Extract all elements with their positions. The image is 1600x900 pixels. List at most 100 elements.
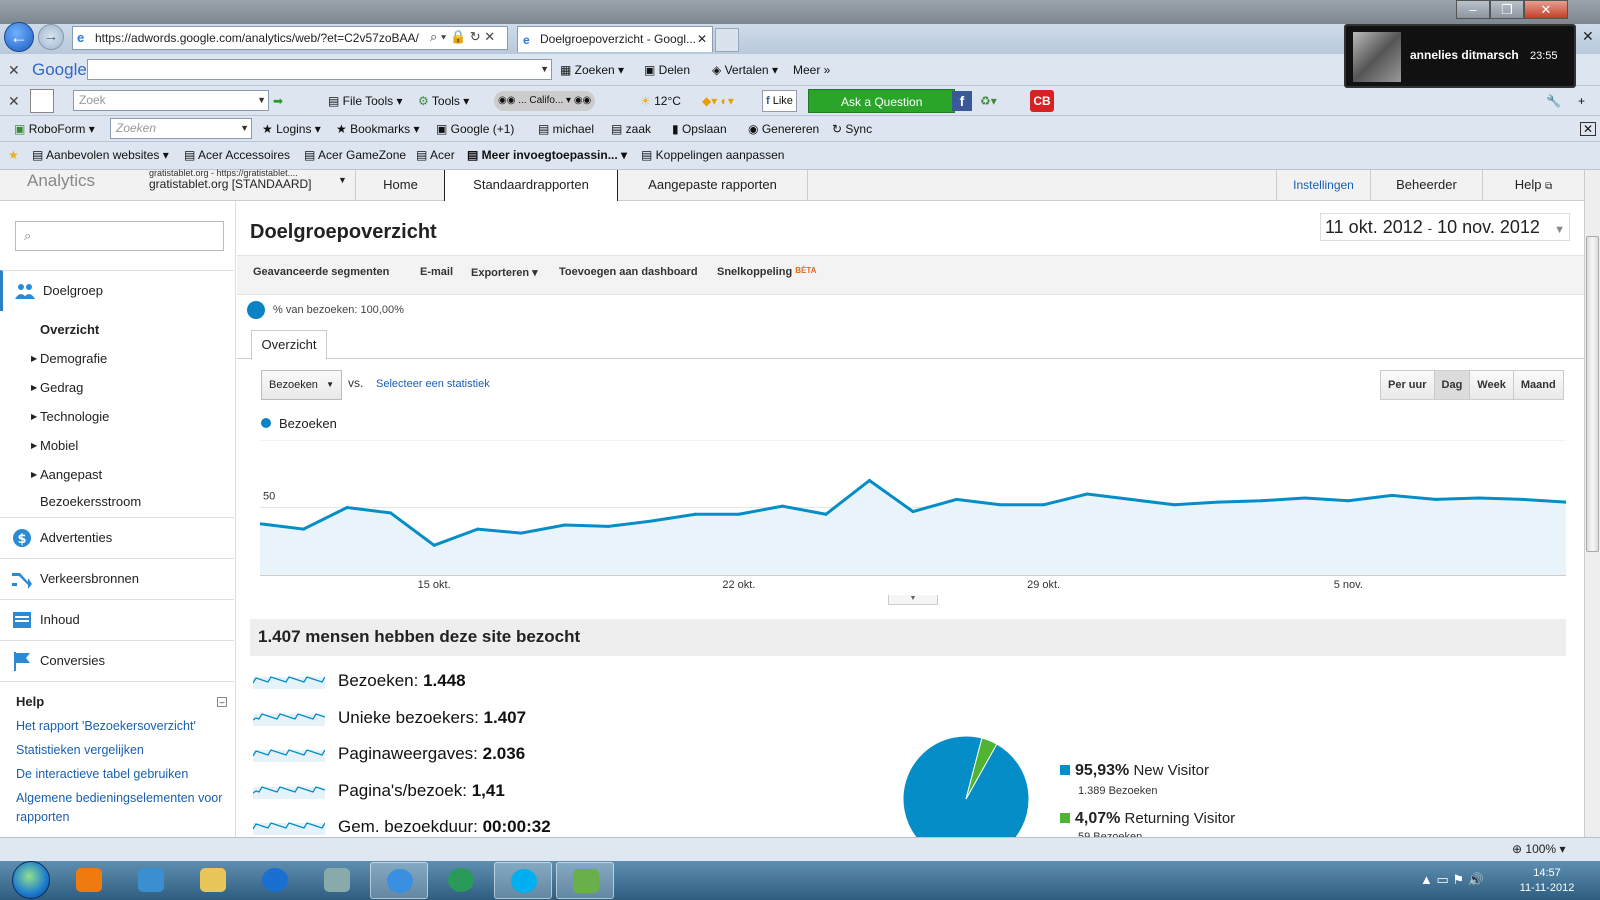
fav-acer[interactable]: ▤ Acer xyxy=(416,142,455,168)
fav-acer-accessoires[interactable]: ▤ Acer Accessoires xyxy=(184,142,290,168)
wrench-icon[interactable]: 🔧 xyxy=(1546,86,1561,116)
minimize-icon[interactable]: – xyxy=(1456,0,1490,19)
granularity-day[interactable]: Dag xyxy=(1434,371,1471,399)
settings-link[interactable]: Instellingen xyxy=(1276,170,1370,201)
chart-resize-handle[interactable]: ▼ xyxy=(888,595,938,605)
zoom-level[interactable]: ⊕ 100% ▾ xyxy=(1512,842,1565,856)
facebook-like-button[interactable]: f Like xyxy=(762,90,797,112)
sidebar-section-verkeersbronnen[interactable]: Verkeersbronnen xyxy=(0,558,234,599)
add-to-dashboard-button[interactable]: Toevoegen aan dashboard xyxy=(559,266,698,278)
sidebar-item-gedrag[interactable]: ▶ Gedrag xyxy=(31,380,83,395)
collapse-icon[interactable]: – xyxy=(217,697,227,707)
email-button[interactable]: E-mail xyxy=(420,266,453,278)
radio-player[interactable]: ◉◉ ... Califo... ▾ ◉◉ xyxy=(494,91,596,111)
fav-meer[interactable]: ▤ Meer invoegtoepassin... ▾ xyxy=(467,142,627,168)
share-button[interactable]: ▣ Delen xyxy=(644,54,690,86)
weather-widget[interactable]: ☀ 12°C xyxy=(640,86,681,116)
taskbar-explorer[interactable] xyxy=(184,862,242,899)
fav-koppelingen[interactable]: ▤ Koppelingen aanpassen xyxy=(641,142,784,168)
favorites-star-icon[interactable]: ★ xyxy=(8,142,19,168)
help-link[interactable]: Algemene bedieningselementen voor rappor… xyxy=(16,789,226,827)
close-toolbar2-icon[interactable]: ✕ xyxy=(8,86,20,116)
go-arrow-icon[interactable]: ➡ xyxy=(273,86,283,116)
tab-overview[interactable]: Overzicht xyxy=(251,330,327,360)
close-window-icon[interactable]: ✕ xyxy=(1524,0,1568,19)
taskbar-tool[interactable] xyxy=(308,862,366,899)
roboform-michael[interactable]: ▤ michael xyxy=(538,116,594,142)
translate-button[interactable]: ◈ Vertalen ▾ xyxy=(712,54,778,86)
sidebar-item-overzicht[interactable]: Overzicht xyxy=(40,322,99,337)
new-tab-button[interactable] xyxy=(715,28,739,52)
sidebar-item-mobiel[interactable]: ▶ Mobiel xyxy=(31,438,78,453)
sidebar-section-conversies[interactable]: Conversies xyxy=(0,640,234,681)
maximize-icon[interactable]: ❐ xyxy=(1490,0,1524,19)
tab-home[interactable]: Home xyxy=(355,170,445,201)
granularity-hour[interactable]: Per uur xyxy=(1381,371,1435,399)
roboform-generate[interactable]: ◉ Genereren xyxy=(748,116,819,142)
taskbar-app[interactable] xyxy=(122,862,180,899)
export-button[interactable]: Exporteren ▾ xyxy=(471,266,538,279)
file-tools-menu[interactable]: ▤ File Tools ▾ xyxy=(328,86,403,116)
tab-standard-reports[interactable]: Standaardrapporten xyxy=(444,170,618,202)
roboform-zaak[interactable]: ▤ zaak xyxy=(611,116,651,142)
roboform-menu[interactable]: ▣ RoboForm ▾ xyxy=(14,116,95,142)
tools-menu[interactable]: ⚙ Tools ▾ xyxy=(418,86,469,116)
select-statistic-link[interactable]: Selecteer een statistiek xyxy=(376,378,490,390)
roboform-sync[interactable]: ↻ Sync xyxy=(832,116,872,142)
sidebar-item-technologie[interactable]: ▶ Technologie xyxy=(31,409,109,424)
scrollbar-thumb[interactable] xyxy=(1586,236,1599,552)
granularity-month[interactable]: Maand xyxy=(1513,371,1563,399)
advanced-segments-button[interactable]: Geavanceerde segmenten xyxy=(253,266,389,278)
taskbar-skype[interactable] xyxy=(494,862,552,899)
browser-tab[interactable]: e Doelgroepoverzicht - Googl... ✕ xyxy=(517,26,713,52)
plus-icon[interactable]: + xyxy=(1578,86,1585,116)
sidebar-item-bezoekersstroom[interactable]: Bezoekersstroom xyxy=(40,494,141,509)
system-clock[interactable]: 14:57 11-11-2012 xyxy=(1512,866,1582,896)
help-button[interactable]: Help ⧉ xyxy=(1482,170,1584,201)
help-link[interactable]: Het rapport 'Bezoekersoverzicht' xyxy=(16,717,226,736)
shortcut-button[interactable]: Snelkoppeling BÈTA xyxy=(717,266,816,278)
tray-icons[interactable]: ▲ ▭ ⚑ 🔊 xyxy=(1420,872,1484,888)
tab-close-icon[interactable]: ✕ xyxy=(697,27,707,51)
ask-question-button[interactable]: Ask a Question xyxy=(808,89,956,113)
coupon-icon[interactable]: ◆▾ ◐▾ xyxy=(702,86,734,116)
address-search-icon[interactable]: ⌕ ▾ 🔒 ↻ ✕ xyxy=(430,29,495,45)
notification-popup[interactable]: annelies ditmarsch 23:55 xyxy=(1344,24,1576,88)
forward-button[interactable]: → xyxy=(38,24,64,50)
close-toolbar-icon[interactable]: ✕ xyxy=(8,54,20,86)
roboform-save[interactable]: ▮ Opslaan xyxy=(672,116,727,142)
taskbar-globe[interactable] xyxy=(432,862,490,899)
addon-search-input[interactable]: Zoek ▼ xyxy=(73,90,269,111)
sidebar-section-advertenties[interactable]: $ Advertenties xyxy=(0,517,234,558)
roboform-search-input[interactable]: Zoeken ▼ xyxy=(110,118,252,139)
help-link[interactable]: Statistieken vergelijken xyxy=(16,741,226,760)
sidebar-search-input[interactable]: ⌕ xyxy=(15,221,224,251)
granularity-week[interactable]: Week xyxy=(1470,371,1514,399)
google-search-button[interactable]: ▦ Zoeken ▾ xyxy=(560,54,624,86)
pen-icon[interactable] xyxy=(30,89,54,113)
back-button[interactable]: ← xyxy=(4,22,34,52)
sidebar-item-demografie[interactable]: ▶ Demografie xyxy=(31,351,107,366)
roboform-logins[interactable]: ★ Logins ▾ xyxy=(262,116,321,142)
more-button[interactable]: Meer » xyxy=(793,54,830,86)
date-range-picker[interactable]: 11 okt. 2012 - 10 nov. 2012 ▼ xyxy=(1320,213,1570,241)
metric-select[interactable]: Bezoeken ▼ xyxy=(261,370,342,400)
cb-logo[interactable]: CB xyxy=(1030,90,1054,112)
roboform-bookmarks[interactable]: ★ Bookmarks ▾ xyxy=(336,116,419,142)
taskbar-teamviewer[interactable] xyxy=(246,862,304,899)
facebook-icon[interactable]: f xyxy=(952,91,972,111)
close-roboform-icon[interactable]: ✕ xyxy=(1580,122,1597,136)
fav-acer-gamezone[interactable]: ▤ Acer GameZone xyxy=(304,142,406,168)
sidebar-item-aangepast[interactable]: ▶ Aangepast xyxy=(31,467,102,482)
help-link[interactable]: De interactieve tabel gebruiken xyxy=(16,765,226,784)
popup-close-icon[interactable]: ✕ xyxy=(1582,28,1594,45)
tab-custom-reports[interactable]: Aangepaste rapporten xyxy=(618,170,808,201)
sidebar-section-doelgroep[interactable]: Doelgroep xyxy=(0,270,234,311)
roboform-google[interactable]: ▣ Google (+1) xyxy=(436,116,514,142)
profile-dropdown-icon[interactable]: ▼ xyxy=(338,175,347,185)
start-button[interactable] xyxy=(12,861,50,899)
admin-button[interactable]: Beheerder xyxy=(1370,170,1482,201)
profile-selector[interactable]: gratistablet.org - https://gratistablet.… xyxy=(149,168,339,190)
taskbar-messenger[interactable] xyxy=(556,862,614,899)
visits-line-chart[interactable]: 1005015 okt.22 okt.29 okt.5 nov. xyxy=(260,440,1566,610)
